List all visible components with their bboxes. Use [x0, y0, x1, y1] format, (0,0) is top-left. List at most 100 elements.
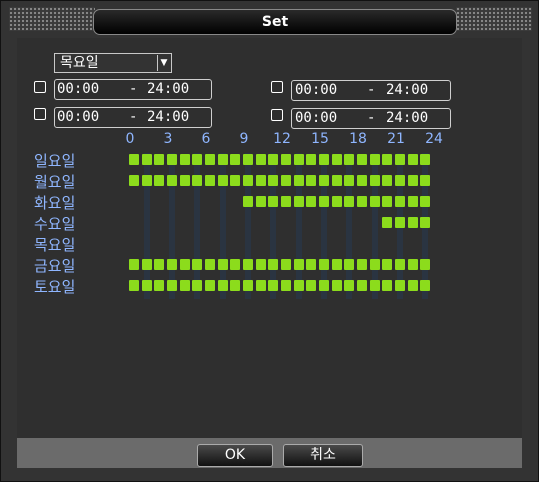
period-4-checkbox[interactable]: [271, 109, 283, 121]
schedule-cell[interactable]: [243, 154, 253, 165]
schedule-cell[interactable]: [281, 259, 291, 270]
schedule-cell[interactable]: [408, 154, 418, 165]
schedule-cell[interactable]: [332, 280, 342, 291]
schedule-cell[interactable]: [420, 154, 430, 165]
schedule-cell[interactable]: [180, 280, 190, 291]
schedule-cell[interactable]: [395, 154, 405, 165]
chevron-down-icon[interactable]: ▼: [157, 55, 170, 71]
schedule-cell[interactable]: [243, 259, 253, 270]
period-3-time-field[interactable]: 00:00 - 24:00: [54, 107, 212, 128]
schedule-cell[interactable]: [344, 196, 354, 207]
schedule-cell[interactable]: [243, 280, 253, 291]
schedule-cell[interactable]: [382, 217, 392, 228]
schedule-cell[interactable]: [408, 175, 418, 186]
schedule-cell[interactable]: [382, 259, 392, 270]
schedule-cell[interactable]: [319, 280, 329, 291]
schedule-cell[interactable]: [192, 259, 202, 270]
period-2-checkbox[interactable]: [271, 81, 283, 93]
schedule-cell[interactable]: [294, 175, 304, 186]
schedule-cell[interactable]: [370, 196, 380, 207]
schedule-cell[interactable]: [167, 154, 177, 165]
schedule-cell[interactable]: [294, 280, 304, 291]
period-2-time-field[interactable]: 00:00 - 24:00: [291, 80, 451, 101]
schedule-cell[interactable]: [370, 280, 380, 291]
schedule-cell[interactable]: [218, 154, 228, 165]
schedule-cell[interactable]: [344, 259, 354, 270]
schedule-cell[interactable]: [420, 175, 430, 186]
schedule-cell[interactable]: [408, 196, 418, 207]
schedule-cell[interactable]: [332, 196, 342, 207]
schedule-cell[interactable]: [142, 280, 152, 291]
schedule-cell[interactable]: [395, 196, 405, 207]
schedule-cell[interactable]: [230, 280, 240, 291]
schedule-cell[interactable]: [205, 154, 215, 165]
schedule-cell[interactable]: [167, 280, 177, 291]
cancel-button[interactable]: 취소: [283, 444, 363, 467]
schedule-cell[interactable]: [167, 259, 177, 270]
schedule-cell[interactable]: [395, 217, 405, 228]
schedule-cell[interactable]: [268, 259, 278, 270]
schedule-cell[interactable]: [218, 280, 228, 291]
schedule-cell[interactable]: [382, 175, 392, 186]
schedule-cell[interactable]: [306, 196, 316, 207]
schedule-cell[interactable]: [370, 154, 380, 165]
schedule-cell[interactable]: [192, 175, 202, 186]
schedule-cell[interactable]: [205, 259, 215, 270]
schedule-cell[interactable]: [319, 175, 329, 186]
schedule-cell[interactable]: [142, 259, 152, 270]
schedule-cell[interactable]: [370, 175, 380, 186]
schedule-cell[interactable]: [243, 175, 253, 186]
schedule-cell[interactable]: [192, 154, 202, 165]
period-4-time-field[interactable]: 00:00 - 24:00: [291, 108, 451, 129]
schedule-cell[interactable]: [382, 154, 392, 165]
period-1-checkbox[interactable]: [34, 81, 46, 93]
schedule-cell[interactable]: [129, 280, 139, 291]
schedule-cell[interactable]: [268, 196, 278, 207]
schedule-cell[interactable]: [332, 175, 342, 186]
schedule-cell[interactable]: [306, 175, 316, 186]
schedule-cell[interactable]: [230, 259, 240, 270]
schedule-cell[interactable]: [230, 154, 240, 165]
schedule-cell[interactable]: [370, 259, 380, 270]
schedule-cell[interactable]: [154, 259, 164, 270]
schedule-cell[interactable]: [218, 259, 228, 270]
schedule-cell[interactable]: [357, 259, 367, 270]
schedule-cell[interactable]: [357, 196, 367, 207]
schedule-cell[interactable]: [129, 259, 139, 270]
schedule-cell[interactable]: [256, 259, 266, 270]
schedule-cell[interactable]: [382, 280, 392, 291]
ok-button[interactable]: OK: [197, 444, 273, 467]
schedule-cell[interactable]: [142, 154, 152, 165]
schedule-cell[interactable]: [294, 154, 304, 165]
schedule-cell[interactable]: [129, 175, 139, 186]
schedule-cell[interactable]: [344, 280, 354, 291]
schedule-cell[interactable]: [420, 259, 430, 270]
schedule-cell[interactable]: [180, 154, 190, 165]
schedule-cell[interactable]: [218, 175, 228, 186]
schedule-cell[interactable]: [281, 280, 291, 291]
schedule-cell[interactable]: [205, 175, 215, 186]
period-1-time-field[interactable]: 00:00 - 24:00: [54, 79, 212, 100]
schedule-cell[interactable]: [281, 175, 291, 186]
schedule-cell[interactable]: [154, 280, 164, 291]
schedule-cell[interactable]: [357, 154, 367, 165]
schedule-cell[interactable]: [306, 259, 316, 270]
schedule-cell[interactable]: [180, 259, 190, 270]
schedule-cell[interactable]: [332, 259, 342, 270]
schedule-cell[interactable]: [319, 259, 329, 270]
schedule-cell[interactable]: [420, 280, 430, 291]
schedule-cell[interactable]: [408, 280, 418, 291]
schedule-cell[interactable]: [319, 154, 329, 165]
schedule-cell[interactable]: [344, 154, 354, 165]
schedule-cell[interactable]: [256, 280, 266, 291]
schedule-cell[interactable]: [420, 196, 430, 207]
day-select[interactable]: 목요일 ▼: [54, 53, 172, 73]
schedule-cell[interactable]: [408, 259, 418, 270]
schedule-cell[interactable]: [281, 196, 291, 207]
schedule-cell[interactable]: [294, 259, 304, 270]
period-3-checkbox[interactable]: [34, 108, 46, 120]
schedule-cell[interactable]: [395, 280, 405, 291]
schedule-cell[interactable]: [180, 175, 190, 186]
schedule-cell[interactable]: [306, 154, 316, 165]
schedule-cell[interactable]: [154, 175, 164, 186]
